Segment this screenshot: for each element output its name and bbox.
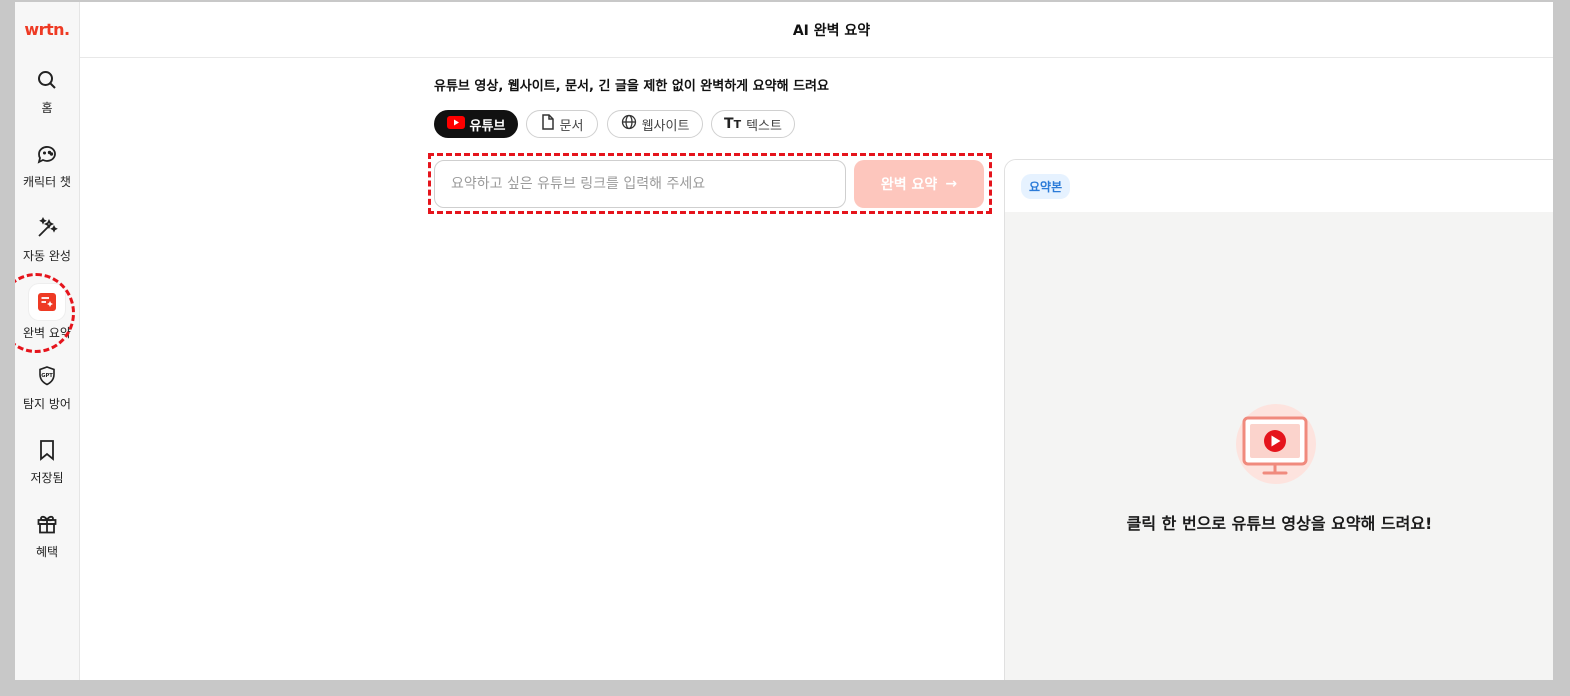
sidebar-item-label: 자동 완성	[23, 249, 71, 263]
sidebar-item-label: 탐지 방어	[23, 397, 71, 411]
summarize-button-label: 완벽 요약	[880, 177, 938, 193]
video-monitor-icon	[1230, 400, 1322, 492]
sidebar-item-detection-defense[interactable]: GPT 탐지 방어	[15, 364, 79, 412]
summarize-button[interactable]: 완벽 요약 →	[854, 160, 984, 208]
sidebar-item-label: 완벽 요약	[23, 326, 71, 340]
tab-label: 텍스트	[746, 118, 782, 134]
sidebar-item-autocomplete[interactable]: 자동 완성	[15, 216, 79, 264]
magic-wand-icon	[15, 216, 79, 240]
tab-youtube[interactable]: 유튜브	[434, 110, 518, 138]
sidebar-item-character-chat[interactable]: 캐릭터 챗	[15, 142, 79, 190]
document-icon	[541, 114, 555, 134]
globe-icon	[621, 114, 637, 134]
bookmark-icon	[15, 438, 79, 462]
youtube-link-input[interactable]	[434, 160, 846, 208]
app-window: wrtn. 홈 캐릭터 챗 자동 완성 완벽 요약 GPT 탐지 방어 저장됨 …	[15, 2, 1553, 680]
sidebar-item-saved[interactable]: 저장됨	[15, 438, 79, 486]
tab-label: 웹사이트	[641, 118, 690, 134]
summary-icon	[29, 284, 65, 320]
sidebar-item-perfect-summary[interactable]: 완벽 요약	[15, 284, 79, 341]
sidebar-item-label: 캐릭터 챗	[23, 175, 71, 189]
empty-state-message: 클릭 한 번으로 유튜브 영상을 요약해 드려요!	[1126, 514, 1433, 533]
sidebar-item-benefits[interactable]: 혜택	[15, 512, 79, 560]
search-icon	[15, 68, 79, 92]
tab-website[interactable]: 웹사이트	[607, 110, 703, 138]
arrow-right-icon: →	[945, 176, 958, 192]
top-header: AI 완벽 요약	[80, 2, 1553, 58]
tab-document[interactable]: 문서	[526, 110, 598, 138]
tab-text[interactable]: TT 텍스트	[711, 110, 795, 138]
youtube-icon	[446, 115, 465, 133]
page-title: AI 완벽 요약	[792, 23, 871, 39]
summary-panel-body: 클릭 한 번으로 유튜브 영상을 요약해 드려요!	[1005, 212, 1553, 680]
page-subtitle: 유튜브 영상, 웹사이트, 문서, 긴 글을 제한 없이 완벽하게 요약해 드려…	[434, 79, 829, 94]
gpt-shield-icon: GPT	[15, 364, 79, 388]
sidebar: wrtn. 홈 캐릭터 챗 자동 완성 완벽 요약 GPT 탐지 방어 저장됨 …	[15, 2, 80, 680]
gift-icon	[15, 512, 79, 536]
summary-badge: 요약본	[1021, 174, 1071, 199]
tab-label: 유튜브	[469, 118, 506, 134]
summary-panel: 요약본 클릭 한 번으로 유튜브 영상을 요약해 드려요!	[1004, 159, 1553, 680]
tab-label: 문서	[559, 118, 584, 134]
text-icon: TT	[724, 116, 742, 132]
sidebar-item-home[interactable]: 홈	[15, 68, 79, 116]
sidebar-item-label: 홈	[41, 101, 53, 115]
summary-panel-header: 요약본	[1005, 160, 1553, 212]
gamepad-chat-icon	[15, 142, 79, 166]
wrtn-logo[interactable]: wrtn.	[15, 20, 79, 39]
svg-text:GPT: GPT	[41, 373, 53, 379]
sidebar-item-label: 혜택	[35, 545, 59, 559]
sidebar-item-label: 저장됨	[30, 471, 64, 485]
